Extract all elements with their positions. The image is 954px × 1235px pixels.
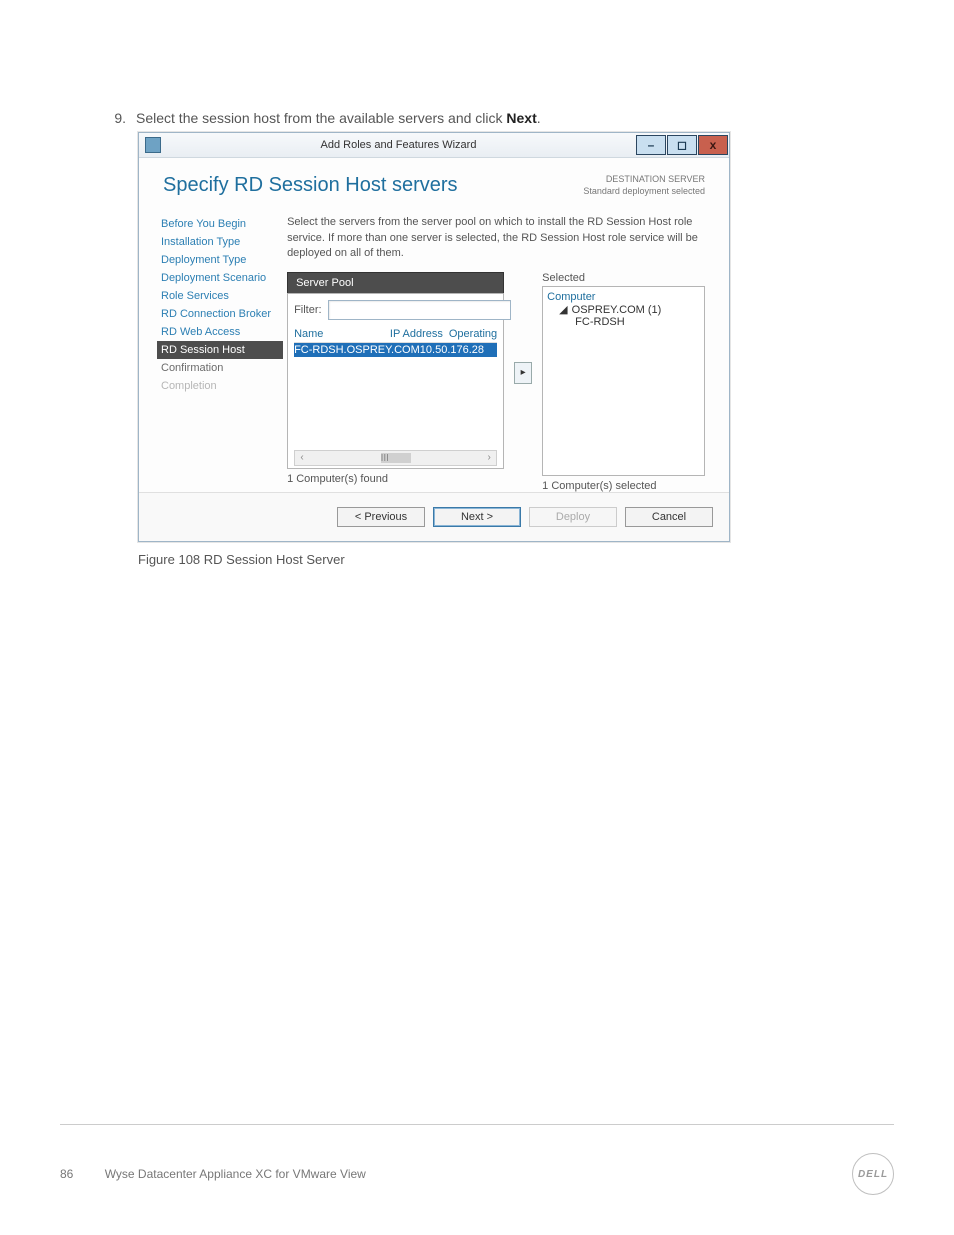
cancel-button[interactable]: Cancel [625, 507, 713, 527]
col-name[interactable]: Name [294, 328, 390, 340]
col-ip[interactable]: IP Address [390, 328, 449, 340]
figure-caption: Figure 108 RD Session Host Server [138, 552, 894, 567]
footer-text: Wyse Datacenter Appliance XC for VMware … [105, 1167, 366, 1181]
wizard-main: Before You Begin Installation Type Deplo… [139, 203, 729, 491]
scroll-track[interactable]: III [309, 453, 482, 463]
selection-panels: Server Pool Filter: Name IP A [287, 272, 705, 492]
footer-left: 86 Wyse Datacenter Appliance XC for VMwa… [60, 1167, 366, 1181]
nav-role-services[interactable]: Role Services [157, 287, 283, 305]
grid-spacer [294, 357, 497, 450]
previous-button[interactable]: < Previous [337, 507, 425, 527]
footer-line: 86 Wyse Datacenter Appliance XC for VMwa… [60, 1153, 894, 1195]
nav-installation-type[interactable]: Installation Type [157, 233, 283, 251]
filter-row: Filter: [294, 300, 497, 320]
filter-label: Filter: [294, 304, 322, 316]
deploy-button: Deploy [529, 507, 617, 527]
nav-rd-session-host[interactable]: RD Session Host [157, 341, 283, 359]
button-bar: < Previous Next > Deploy Cancel [139, 492, 729, 541]
nav-before-you-begin[interactable]: Before You Begin [157, 215, 283, 233]
server-pool-box: Filter: Name IP Address Operating [287, 293, 504, 469]
wizard-nav: Before You Begin Installation Type Deplo… [139, 211, 283, 491]
tree-branch[interactable]: ◢ OSPREY.COM (1) [559, 303, 700, 316]
filter-input[interactable] [328, 300, 511, 320]
dell-logo-icon: DELL [852, 1153, 894, 1195]
close-button[interactable]: x [698, 135, 728, 155]
selected-footer: 1 Computer(s) selected [542, 476, 705, 492]
destination-value: Standard deployment selected [583, 186, 705, 198]
col-os[interactable]: Operating [449, 328, 497, 340]
page-title: Specify RD Session Host servers [163, 174, 458, 197]
cell-ip: 10.50.176.28 [420, 344, 497, 356]
footer-rule [60, 1124, 894, 1125]
selected-tree[interactable]: Computer ◢ OSPREY.COM (1) FC-RDSH [542, 286, 705, 476]
server-pool-header: Server Pool [287, 272, 504, 293]
tree-toggle-icon[interactable]: ◢ [559, 304, 567, 316]
scroll-thumb[interactable]: III [381, 453, 411, 463]
minimize-button[interactable]: – [636, 135, 666, 155]
scroll-left-icon[interactable]: ‹ [295, 452, 309, 463]
nav-deployment-scenario[interactable]: Deployment Scenario [157, 269, 283, 287]
wizard-header: Specify RD Session Host servers DESTINAT… [139, 158, 729, 203]
step-text: Select the session host from the availab… [136, 110, 541, 126]
pool-footer: 1 Computer(s) found [287, 469, 504, 485]
cell-name: FC-RDSH.OSPREY.COM [294, 344, 420, 356]
instructions: Select the servers from the server pool … [287, 215, 705, 261]
nav-confirmation: Confirmation [157, 359, 283, 377]
figure-wrap: Add Roles and Features Wizard – ◻ x Spec… [138, 132, 894, 567]
page-number: 86 [60, 1167, 73, 1181]
destination-block: DESTINATION SERVER Standard deployment s… [583, 174, 705, 197]
step-number: 9. [108, 110, 126, 126]
table-row[interactable]: FC-RDSH.OSPREY.COM 10.50.176.28 [294, 343, 497, 357]
tree-root[interactable]: Computer [547, 291, 700, 303]
selected-panel: Selected Computer ◢ OSPREY.COM (1) FC-RDS… [542, 272, 705, 492]
window-title: Add Roles and Features Wizard [161, 139, 636, 151]
step-text-c: . [537, 110, 541, 126]
horizontal-scrollbar[interactable]: ‹ III › [294, 450, 497, 466]
nav-rd-web-access[interactable]: RD Web Access [157, 323, 283, 341]
nav-deployment-type[interactable]: Deployment Type [157, 251, 283, 269]
scroll-right-icon[interactable]: › [482, 452, 496, 463]
grid-header: Name IP Address Operating [294, 326, 497, 343]
document-page: 9. Select the session host from the avai… [0, 0, 954, 1235]
server-pool-panel: Server Pool Filter: Name IP A [287, 272, 504, 485]
move-column: ▸ [514, 272, 532, 384]
titlebar[interactable]: Add Roles and Features Wizard – ◻ x [139, 133, 729, 158]
wizard-window: Add Roles and Features Wizard – ◻ x Spec… [138, 132, 730, 542]
step-line: 9. Select the session host from the avai… [108, 110, 894, 126]
nav-completion: Completion [157, 377, 283, 395]
destination-label: DESTINATION SERVER [583, 174, 705, 186]
next-button[interactable]: Next > [433, 507, 521, 527]
wizard-content: Select the servers from the server pool … [283, 211, 729, 491]
nav-rd-connection-broker[interactable]: RD Connection Broker [157, 305, 283, 323]
document-body: 9. Select the session host from the avai… [60, 110, 894, 1094]
step-text-a: Select the session host from the availab… [136, 110, 506, 126]
maximize-button[interactable]: ◻ [667, 135, 697, 155]
page-footer: 86 Wyse Datacenter Appliance XC for VMwa… [60, 1094, 894, 1195]
tree-leaf[interactable]: FC-RDSH [575, 316, 700, 328]
wizard-body: Specify RD Session Host servers DESTINAT… [139, 158, 729, 541]
tree-branch-label: OSPREY.COM (1) [572, 304, 662, 316]
window-buttons: – ◻ x [636, 135, 729, 155]
step-text-bold: Next [506, 110, 536, 126]
app-icon [145, 137, 161, 153]
move-right-button[interactable]: ▸ [514, 362, 532, 384]
selected-label: Selected [542, 272, 705, 284]
